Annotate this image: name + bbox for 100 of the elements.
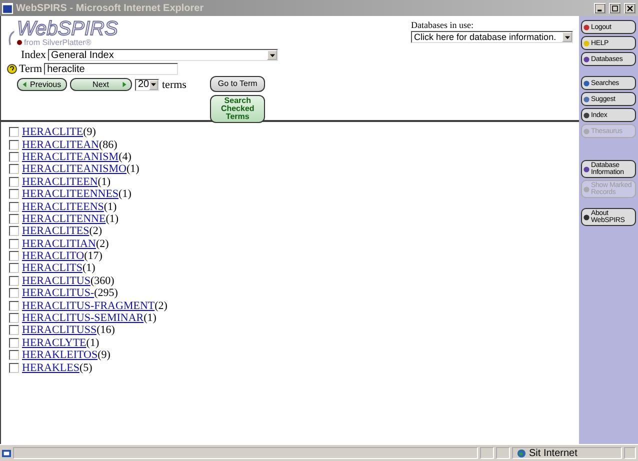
term-link[interactable]: HERAKLEITOS	[22, 349, 98, 362]
term-checkbox[interactable]	[9, 338, 19, 348]
term-checkbox[interactable]	[9, 238, 19, 249]
term-count: (1)	[104, 200, 117, 213]
term-checkbox[interactable]	[9, 140, 19, 150]
term-count: (4)	[118, 150, 132, 163]
bullet-icon	[17, 40, 22, 45]
nav-icon	[583, 112, 590, 118]
window-title: WebSPIRS - Microsoft Internet Explorer	[16, 2, 204, 14]
term-count: (360)	[90, 274, 114, 287]
term-link[interactable]: HERACLITEENS	[22, 200, 104, 213]
maximize-button[interactable]	[609, 2, 621, 14]
term-link[interactable]: HERACLYTE	[22, 336, 86, 349]
term-link[interactable]: HERACLITEEN	[22, 176, 98, 188]
index-dropdown[interactable]: General Index	[48, 49, 278, 61]
term-count: (1)	[98, 176, 111, 188]
term-link[interactable]: HERACLITENNE	[22, 212, 106, 225]
left-arrow-icon	[21, 81, 28, 88]
term-link[interactable]: HERACLITUSS	[22, 324, 97, 336]
term-count: (2)	[154, 300, 168, 312]
nav-icon	[583, 80, 590, 86]
term-checkbox[interactable]	[9, 127, 19, 138]
term-checkbox[interactable]	[9, 189, 19, 200]
terms-label: terms	[162, 78, 186, 90]
status-pane	[496, 447, 510, 459]
term-checkbox[interactable]	[9, 325, 19, 336]
swoosh-icon	[7, 29, 15, 47]
right-arrow-icon	[121, 81, 128, 88]
term-link[interactable]: HERACLITEENNES	[22, 188, 119, 200]
term-link[interactable]: HERACLITE	[22, 126, 84, 138]
term-count: (1)	[82, 262, 96, 274]
term-link[interactable]: HERACLITEAN	[22, 138, 99, 151]
term-count: (2)	[89, 225, 102, 238]
nav-icon	[583, 96, 590, 102]
term-count: (9)	[98, 349, 110, 362]
next-button[interactable]: Next	[70, 78, 132, 91]
nav-icon	[583, 40, 590, 46]
nav-icon	[583, 214, 590, 220]
term-count: (2)	[96, 238, 109, 250]
term-checkbox[interactable]	[9, 288, 19, 298]
term-checkbox[interactable]	[9, 276, 19, 286]
zone-label: Sit Internet	[529, 448, 578, 458]
help-icon[interactable]	[7, 64, 17, 74]
logo-tagline: from SilverPlatter®	[24, 38, 92, 47]
search-checked-terms-button[interactable]: Search Checked Terms	[210, 95, 265, 123]
term-count: (1)	[126, 163, 140, 176]
term-checkbox[interactable]	[9, 251, 19, 262]
term-link[interactable]: HERACLITS	[22, 262, 82, 274]
go-to-term-button[interactable]: Go to Term	[210, 76, 265, 92]
app-icon	[2, 2, 13, 14]
minimize-button[interactable]	[594, 2, 606, 14]
term-count: (1)	[86, 336, 100, 349]
globe-icon	[517, 448, 526, 458]
term-count: (5)	[79, 362, 92, 374]
term-link[interactable]: HERACLITES	[22, 225, 90, 238]
term-count: (1)	[106, 212, 119, 225]
term-link[interactable]: HERACLITO	[22, 250, 84, 262]
term-link[interactable]: HERACLITUS-SEMINAR	[22, 312, 144, 324]
nav-icon	[583, 128, 590, 134]
index-label: Index	[21, 49, 46, 61]
term-checkbox[interactable]	[9, 214, 19, 224]
term-count: (9)	[83, 126, 96, 138]
term-link[interactable]: HERACLITEANISM	[22, 150, 119, 163]
term-link[interactable]: HERAKLES	[22, 362, 80, 374]
term-checkbox[interactable]	[9, 300, 19, 311]
page-icon	[2, 448, 11, 458]
term-count: (1)	[118, 188, 132, 200]
term-link[interactable]: HERACLITEANISMO	[22, 163, 126, 176]
term-count: (1)	[144, 312, 156, 324]
term-label: Term	[19, 63, 42, 75]
term-link[interactable]: HERACLITUS-FRAGMENT	[22, 300, 155, 312]
page-size-dropdown[interactable]: 20	[135, 78, 159, 90]
logo: WebSPIRS	[17, 20, 118, 38]
term-checkbox[interactable]	[9, 202, 19, 212]
term-count: (86)	[99, 138, 118, 151]
nav-icon	[583, 24, 590, 30]
previous-button[interactable]: Previous	[17, 78, 67, 91]
term-link[interactable]: HERACLITUS	[22, 274, 90, 287]
status-pane	[480, 447, 494, 459]
term-checkbox[interactable]	[9, 226, 19, 236]
term-count: (17)	[84, 250, 102, 262]
term-checkbox[interactable]	[9, 313, 19, 324]
term-count: (295)	[94, 287, 118, 300]
close-button[interactable]	[624, 2, 636, 14]
term-link[interactable]: HERACLITIAN	[22, 238, 96, 250]
term-field[interactable]: heraclite	[44, 63, 178, 75]
nav-icon	[583, 56, 590, 62]
databases-dropdown[interactable]: Click here for database information.	[411, 31, 573, 43]
databases-label: Databases in use:	[411, 20, 474, 30]
nav-icon	[583, 186, 590, 192]
term-checkbox[interactable]	[9, 164, 19, 174]
term-count: (16)	[96, 324, 115, 336]
term-link[interactable]: HERACLITUS-	[22, 287, 94, 300]
term-checkbox[interactable]	[9, 350, 19, 360]
term-checkbox[interactable]	[9, 152, 19, 162]
term-checkbox[interactable]	[9, 362, 19, 373]
nav-icon	[583, 166, 590, 172]
resize-grip[interactable]	[624, 447, 636, 459]
term-checkbox[interactable]	[9, 263, 19, 274]
term-checkbox[interactable]	[9, 176, 19, 187]
